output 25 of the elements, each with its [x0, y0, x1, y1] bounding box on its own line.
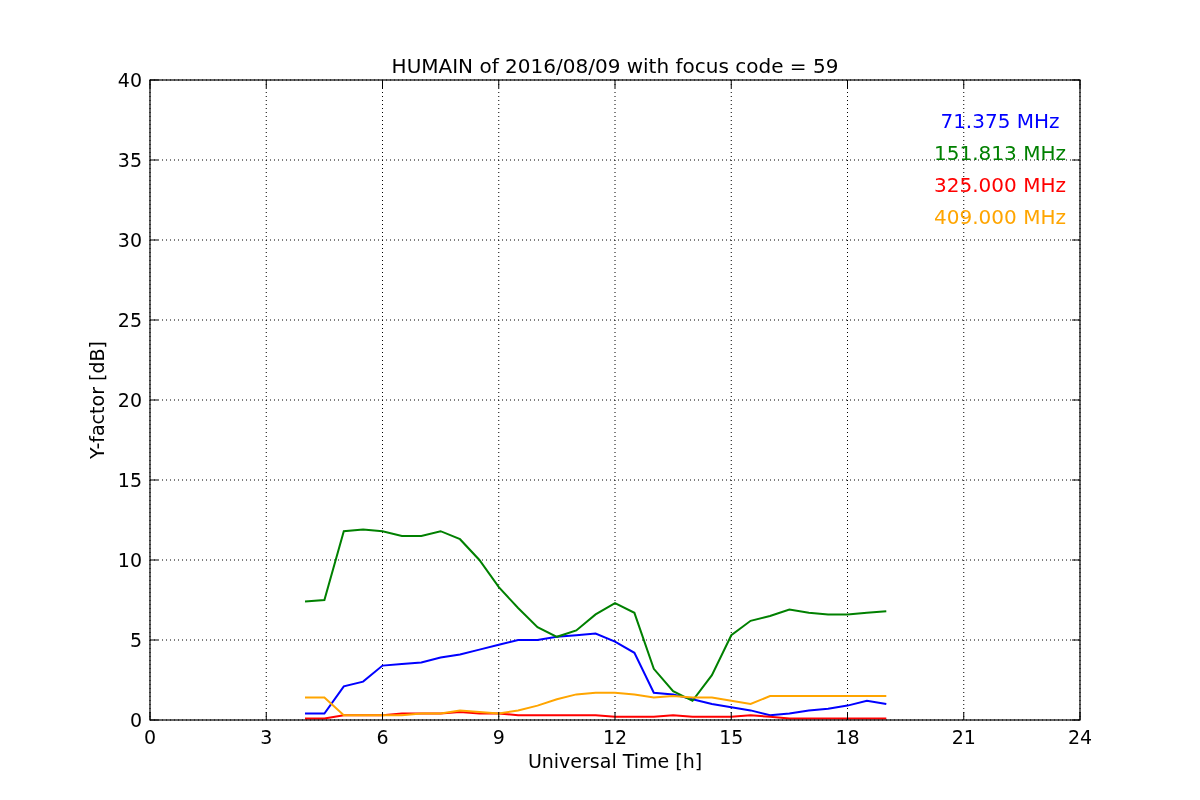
- legend-label: 409.000 MHz: [934, 205, 1066, 229]
- x-tick-label: 0: [143, 726, 157, 748]
- y-tick-label: 10: [117, 549, 142, 571]
- y-tick-label: 30: [117, 229, 142, 251]
- y-tick-label: 40: [117, 69, 142, 91]
- legend-label: 71.375 MHz: [940, 109, 1060, 133]
- y-tick-label: 15: [117, 469, 142, 491]
- x-tick-label: 9: [492, 726, 505, 748]
- y-tick-label: 35: [117, 149, 142, 171]
- x-tick-label: 18: [835, 726, 860, 748]
- x-tick-label: 24: [1067, 726, 1093, 748]
- x-tick-label: 3: [260, 726, 273, 748]
- x-axis-label: Universal Time [h]: [527, 750, 703, 772]
- y-tick-label: 20: [117, 389, 142, 411]
- legend-label: 325.000 MHz: [934, 173, 1066, 197]
- y-tick-label: 5: [129, 629, 142, 651]
- y-tick-label: 25: [117, 309, 142, 331]
- y-tick-label: 0: [129, 709, 142, 731]
- chart-title: HUMAIN of 2016/08/09 with focus code = 59: [391, 54, 839, 78]
- x-tick-label: 15: [719, 726, 744, 748]
- y-axis-label: Y-factor [dB]: [86, 341, 108, 459]
- legend-label: 151.813 MHz: [934, 141, 1066, 165]
- x-tick-label: 21: [951, 726, 976, 748]
- x-tick-label: 6: [376, 726, 389, 748]
- x-tick-label: 12: [602, 726, 628, 748]
